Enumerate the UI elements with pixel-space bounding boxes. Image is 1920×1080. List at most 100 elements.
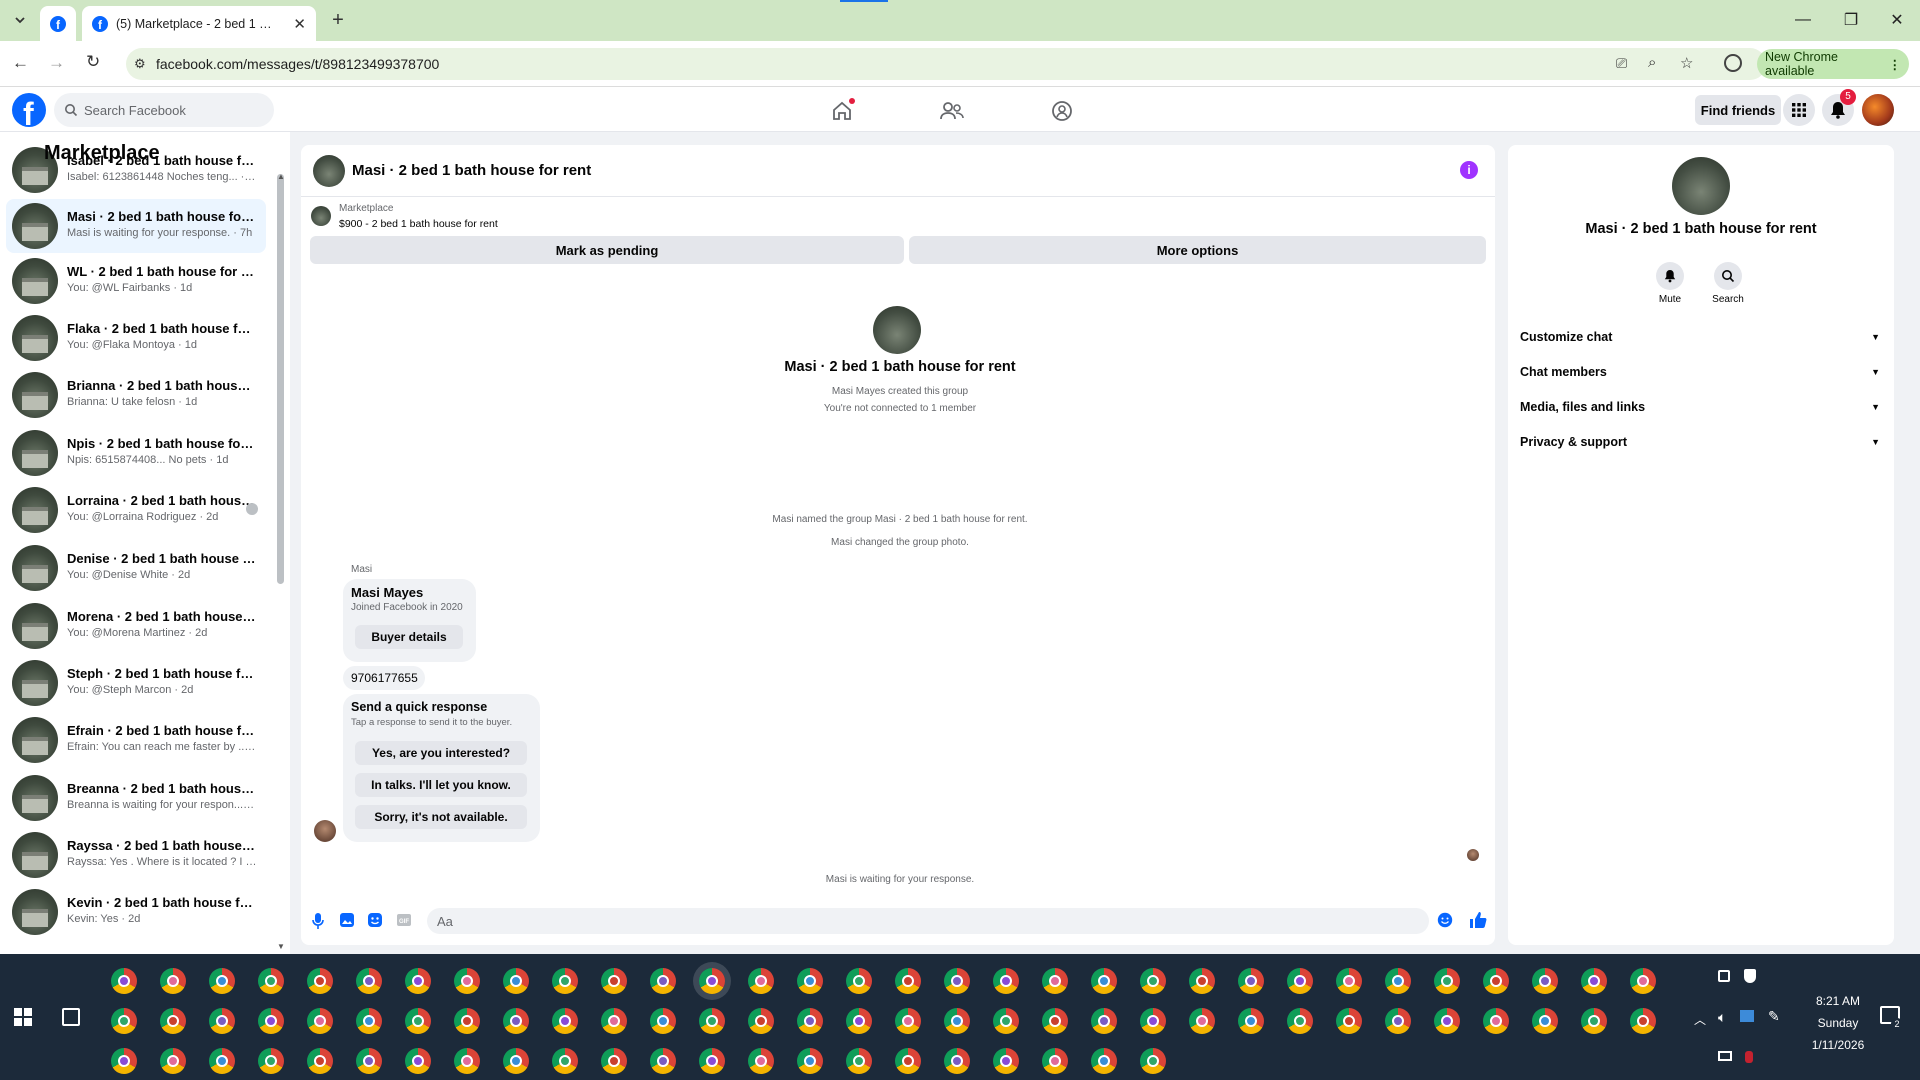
info-icon[interactable]: i xyxy=(1460,161,1478,179)
section-customize-chat[interactable]: Customize chat ▼ xyxy=(1520,322,1880,352)
chrome-taskbar-icon[interactable] xyxy=(1532,968,1558,994)
chrome-taskbar-icon[interactable] xyxy=(797,1008,823,1034)
chrome-taskbar-icon[interactable] xyxy=(1091,968,1117,994)
chrome-taskbar-icon[interactable] xyxy=(1189,1008,1215,1034)
chrome-taskbar-icon[interactable] xyxy=(209,1048,235,1074)
nav-friends[interactable] xyxy=(932,96,972,126)
chrome-taskbar-icon[interactable] xyxy=(650,1008,676,1034)
chrome-taskbar-icon[interactable] xyxy=(111,1008,137,1034)
conversation-item[interactable]: Lorraina · 2 bed 1 bath house ... You: @L… xyxy=(6,483,266,537)
reload-icon[interactable]: ↻ xyxy=(86,52,100,72)
chrome-taskbar-icon[interactable] xyxy=(1287,968,1313,994)
chrome-taskbar-icon[interactable] xyxy=(601,1048,627,1074)
find-friends-button[interactable]: Find friends xyxy=(1695,95,1781,125)
chrome-taskbar-icon[interactable] xyxy=(356,1048,382,1074)
chrome-taskbar-icon[interactable] xyxy=(895,968,921,994)
sidebar-scrollbar[interactable] xyxy=(277,174,284,584)
notifications-button[interactable]: 5 xyxy=(1822,89,1856,126)
chrome-taskbar-icon[interactable] xyxy=(454,968,480,994)
facebook-logo-icon[interactable]: f xyxy=(12,93,46,131)
chrome-taskbar-icon[interactable] xyxy=(454,1008,480,1034)
chrome-taskbar-icon[interactable] xyxy=(846,1008,872,1034)
chrome-taskbar-icon[interactable] xyxy=(993,1048,1019,1074)
chrome-taskbar-icon[interactable] xyxy=(209,1008,235,1034)
chrome-taskbar-icon[interactable] xyxy=(503,1008,529,1034)
url-text[interactable]: facebook.com/messages/t/898123499378700 xyxy=(156,56,439,72)
photo-icon[interactable] xyxy=(339,912,355,928)
account-avatar[interactable] xyxy=(1862,94,1894,126)
chrome-taskbar-icon[interactable] xyxy=(1630,1008,1656,1034)
chrome-taskbar-icon[interactable] xyxy=(1581,1008,1607,1034)
section-chat-members[interactable]: Chat members ▼ xyxy=(1520,357,1880,387)
volume-icon[interactable]: 🔈︎ xyxy=(1718,1009,1726,1026)
facebook-search-input[interactable]: Search Facebook xyxy=(54,93,274,127)
chrome-taskbar-icon[interactable] xyxy=(1140,968,1166,994)
chrome-taskbar-icon[interactable] xyxy=(356,1008,382,1034)
chrome-taskbar-icon[interactable] xyxy=(160,968,186,994)
chrome-taskbar-icon[interactable] xyxy=(944,1008,970,1034)
chrome-taskbar-icon[interactable] xyxy=(1042,1008,1068,1034)
back-icon[interactable]: ← xyxy=(12,53,29,73)
quick-response-in-talks[interactable]: In talks. I'll let you know. xyxy=(355,773,527,797)
chrome-taskbar-icon[interactable] xyxy=(258,1048,284,1074)
gif-icon[interactable]: GIF xyxy=(396,912,412,928)
sender-avatar[interactable] xyxy=(314,820,336,842)
task-view-icon[interactable] xyxy=(62,1008,80,1026)
chrome-taskbar-icon[interactable] xyxy=(748,968,774,994)
conversation-item[interactable]: Morena · 2 bed 1 bath house for... You: @… xyxy=(6,599,266,653)
chrome-taskbar-icon[interactable] xyxy=(1385,1008,1411,1034)
details-group-photo[interactable] xyxy=(1672,157,1730,215)
chrome-taskbar-icon[interactable] xyxy=(552,1008,578,1034)
chrome-taskbar-icon[interactable] xyxy=(1434,1008,1460,1034)
chrome-taskbar-icon[interactable] xyxy=(1434,968,1460,994)
chrome-taskbar-icon[interactable] xyxy=(1238,968,1264,994)
chrome-taskbar-icon[interactable] xyxy=(1532,1008,1558,1034)
message-input[interactable]: Aa xyxy=(427,908,1429,934)
chrome-taskbar-icon[interactable] xyxy=(748,1008,774,1034)
chrome-taskbar-icon[interactable] xyxy=(1630,968,1656,994)
conversation-item[interactable]: WL · 2 bed 1 bath house for rent You: @WL… xyxy=(6,254,266,308)
sticker-icon[interactable] xyxy=(367,912,383,928)
chrome-taskbar-icon[interactable] xyxy=(209,968,235,994)
chrome-taskbar-icon[interactable] xyxy=(1140,1008,1166,1034)
chrome-taskbar-icon[interactable] xyxy=(1091,1008,1117,1034)
chrome-taskbar-icon[interactable] xyxy=(503,1048,529,1074)
quick-response-not-available[interactable]: Sorry, it's not available. xyxy=(355,805,527,829)
windows-start-icon[interactable] xyxy=(14,1008,32,1026)
chrome-taskbar-icon[interactable] xyxy=(895,1008,921,1034)
chrome-taskbar-icon[interactable] xyxy=(307,1008,333,1034)
quick-response-yes[interactable]: Yes, are you interested? xyxy=(355,741,527,765)
chrome-taskbar-icon[interactable] xyxy=(1581,968,1607,994)
chrome-taskbar-icon[interactable] xyxy=(748,1048,774,1074)
chrome-taskbar-icon[interactable] xyxy=(993,968,1019,994)
chrome-taskbar-icon[interactable] xyxy=(258,1008,284,1034)
group-photo[interactable] xyxy=(873,306,921,354)
chrome-taskbar-icon[interactable] xyxy=(601,1008,627,1034)
mute-button[interactable]: Mute xyxy=(1645,262,1695,305)
chrome-taskbar-icon[interactable] xyxy=(1385,968,1411,994)
chrome-taskbar-icon[interactable] xyxy=(699,1008,725,1034)
listing-thumbnail[interactable] xyxy=(311,206,331,226)
chrome-taskbar-icon[interactable] xyxy=(307,968,333,994)
chrome-taskbar-icon[interactable] xyxy=(160,1048,186,1074)
mark-as-pending-button[interactable]: Mark as pending xyxy=(310,236,904,264)
chrome-taskbar-icon[interactable] xyxy=(111,968,137,994)
chrome-taskbar-icon[interactable] xyxy=(160,1008,186,1034)
buyer-details-button[interactable]: Buyer details xyxy=(355,625,463,649)
chrome-taskbar-icon[interactable] xyxy=(552,1048,578,1074)
chrome-taskbar-icon[interactable] xyxy=(1042,968,1068,994)
phone-message[interactable]: 9706177655 xyxy=(343,666,425,690)
nav-home[interactable] xyxy=(822,96,862,126)
chrome-taskbar-icon[interactable] xyxy=(1238,1008,1264,1034)
conversation-item[interactable]: Breanna · 2 bed 1 bath house fo... Breann… xyxy=(6,771,266,825)
chrome-taskbar-icon[interactable] xyxy=(405,968,431,994)
zoom-icon[interactable]: ⌕ xyxy=(1648,54,1656,71)
conversation-item[interactable]: Brianna · 2 bed 1 bath house for... Brian… xyxy=(6,368,266,422)
chrome-taskbar-icon[interactable] xyxy=(307,1048,333,1074)
close-tab-icon[interactable]: ✕ xyxy=(293,15,306,33)
tray-app-icon[interactable] xyxy=(1718,970,1730,982)
chrome-taskbar-icon[interactable] xyxy=(699,968,725,994)
chat-title[interactable]: Masi · 2 bed 1 bath house for rent xyxy=(352,162,591,179)
more-options-button[interactable]: More options xyxy=(909,236,1486,264)
pinned-tab-facebook[interactable]: f xyxy=(40,6,76,41)
